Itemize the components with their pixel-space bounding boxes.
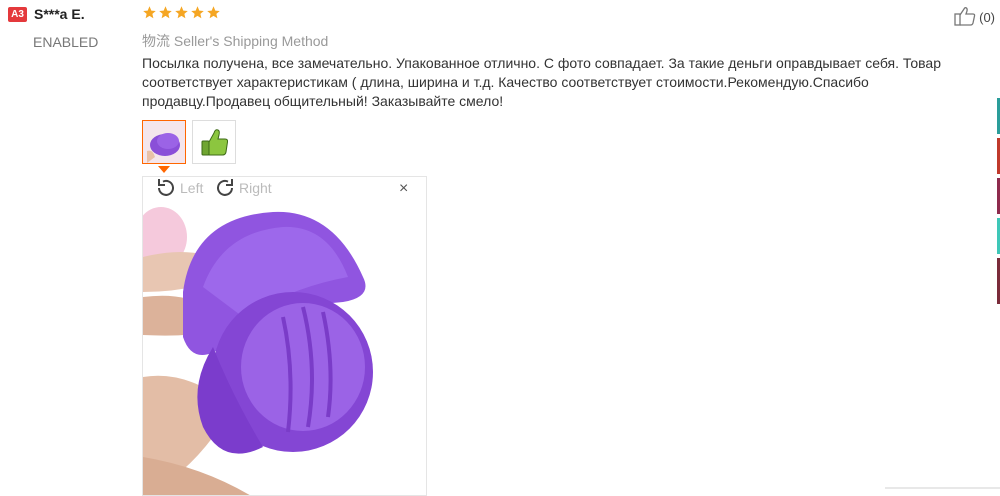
rotate-left-icon [158,179,174,196]
rotate-left-button[interactable]: Left [154,177,203,199]
selected-thumbnail-pointer [158,166,170,173]
oven-mitt-photo [143,197,426,495]
thumbs-up-icon [193,121,235,163]
rotate-right-button[interactable]: Right [213,177,272,199]
reviewer-status: ENABLED [33,34,99,50]
star-icon [174,5,189,20]
shipping-method: 物流 Seller's Shipping Method [142,31,328,51]
close-viewer-button[interactable]: × [399,181,408,197]
reviewer-name: S***a E. [34,6,85,22]
thumbnail-thumbs-up[interactable] [192,120,236,164]
purple-oven-mitt-thumbnail [143,121,185,163]
country-badge: A3 [8,7,27,22]
star-icon [158,5,173,20]
star-icon [142,5,157,20]
star-icon [190,5,205,20]
helpful-button[interactable]: (0) [954,6,995,29]
divider [885,487,1000,489]
photo-viewer: Left Right × [142,176,427,496]
star-rating [142,5,221,20]
thumbnail-oven-mitt[interactable] [142,120,186,164]
thumbs-up-outline-icon [954,6,976,29]
helpful-count: (0) [979,10,995,25]
shipping-prefix: 物流 [142,33,170,49]
rotate-left-label: Left [180,180,204,196]
rotate-right-label: Right [239,180,272,196]
star-icon [206,5,221,20]
shipping-method-label: Seller's Shipping Method [173,33,329,49]
review-photo-thumbnails [142,120,236,164]
review-text: Посылка получена, все замечательно. Упак… [142,55,941,109]
rotate-right-icon [217,179,233,196]
